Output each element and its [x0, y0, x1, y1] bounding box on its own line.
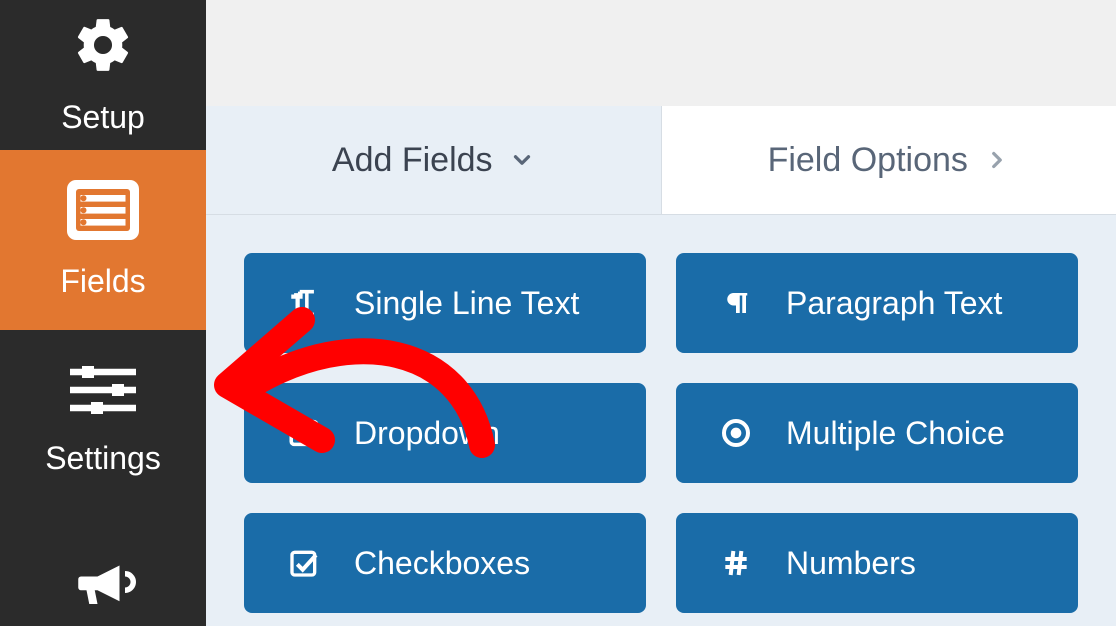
gear-icon: [72, 14, 134, 81]
dropdown-icon: [284, 416, 324, 450]
chevron-down-icon: [509, 147, 535, 173]
sidebar-item-setup[interactable]: Setup: [0, 0, 206, 150]
main-panel: Add Fields Field Options Single Line Tex…: [206, 0, 1116, 626]
panel-tabs: Add Fields Field Options: [206, 106, 1116, 215]
sidebar-item-marketing[interactable]: [0, 510, 206, 620]
sidebar-label-fields: Fields: [60, 263, 145, 300]
field-label: Checkboxes: [354, 545, 530, 582]
field-label: Dropdown: [354, 415, 500, 452]
field-single-line-text[interactable]: Single Line Text: [244, 253, 646, 353]
field-label: Paragraph Text: [786, 285, 1002, 322]
sidebar-item-fields[interactable]: Fields: [0, 150, 206, 330]
tab-field-options[interactable]: Field Options: [661, 106, 1116, 214]
field-label: Multiple Choice: [786, 415, 1005, 452]
paragraph-icon: [716, 288, 756, 318]
tab-add-fields[interactable]: Add Fields: [206, 106, 661, 214]
field-label: Single Line Text: [354, 285, 579, 322]
sidebar-item-settings[interactable]: Settings: [0, 330, 206, 510]
hash-icon: [716, 547, 756, 579]
field-numbers[interactable]: Numbers: [676, 513, 1078, 613]
field-dropdown[interactable]: Dropdown: [244, 383, 646, 483]
sidebar-label-setup: Setup: [61, 99, 145, 136]
megaphone-icon: [70, 549, 136, 620]
field-label: Numbers: [786, 545, 916, 582]
app-root: Setup Fields Settings Add Fields: [0, 0, 1116, 626]
field-grid: Single Line Text Paragraph Text Dropdown…: [206, 215, 1116, 626]
field-multiple-choice[interactable]: Multiple Choice: [676, 383, 1078, 483]
field-paragraph-text[interactable]: Paragraph Text: [676, 253, 1078, 353]
top-toolbar: [206, 0, 1116, 106]
sidebar: Setup Fields Settings: [0, 0, 206, 626]
text-cursor-icon: [284, 286, 324, 320]
chevron-right-icon: [984, 147, 1010, 173]
sliders-icon: [67, 363, 139, 422]
checkbox-icon: [284, 547, 324, 579]
field-checkboxes[interactable]: Checkboxes: [244, 513, 646, 613]
radio-icon: [716, 417, 756, 449]
sidebar-label-settings: Settings: [45, 440, 161, 477]
tab-field-options-label: Field Options: [768, 141, 968, 180]
form-fields-icon: [67, 180, 139, 245]
tab-add-fields-label: Add Fields: [332, 141, 493, 180]
